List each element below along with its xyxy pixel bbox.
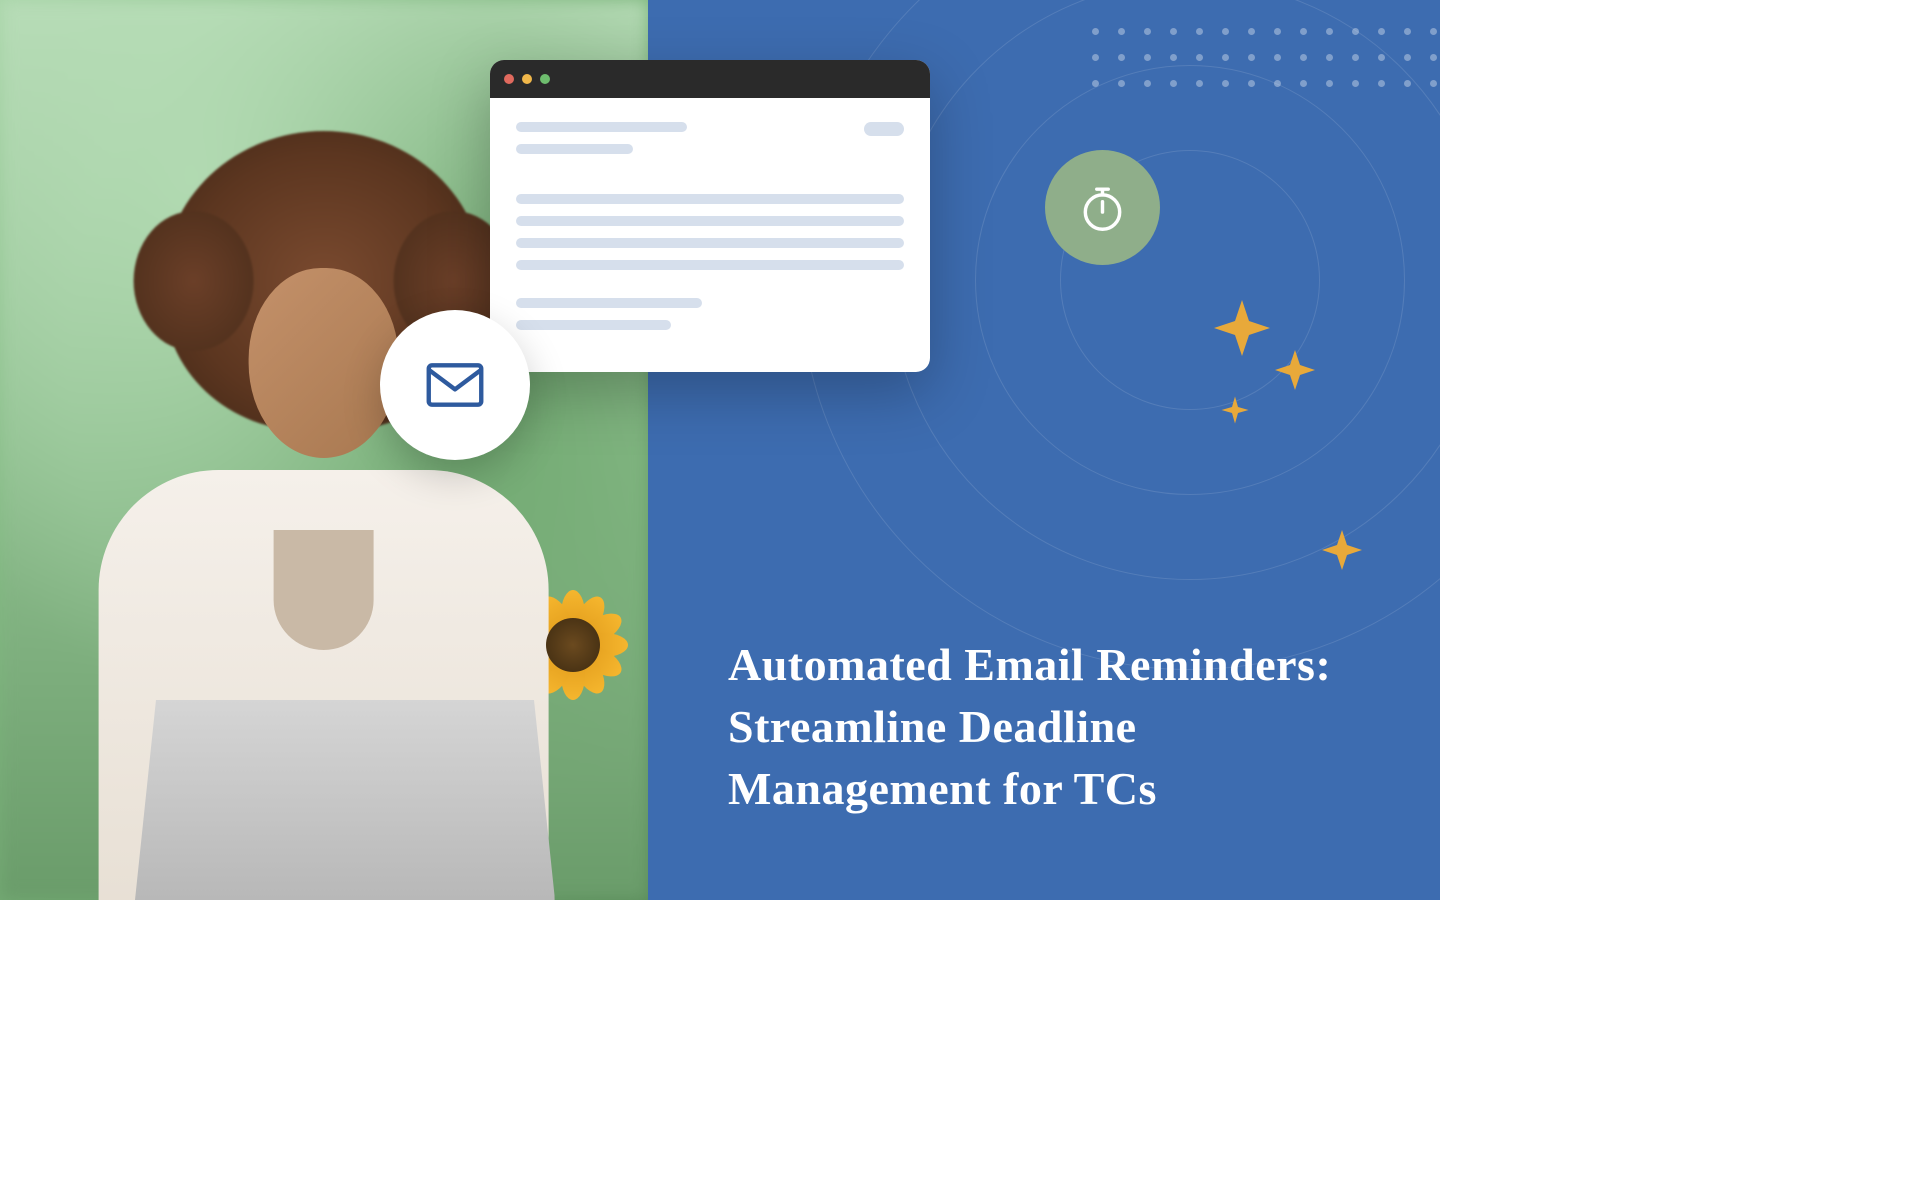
stopwatch-icon bbox=[1045, 150, 1160, 265]
window-dot-red bbox=[504, 74, 514, 84]
laptop bbox=[135, 700, 555, 900]
sparkle-icon bbox=[1214, 300, 1270, 356]
dot-grid-decoration bbox=[1092, 28, 1440, 90]
sparkle-icon bbox=[1322, 530, 1362, 570]
mail-icon bbox=[380, 310, 530, 460]
window-dot-green bbox=[540, 74, 550, 84]
window-dot-yellow bbox=[522, 74, 532, 84]
sparkle-icon bbox=[1275, 350, 1315, 390]
window-titlebar bbox=[490, 60, 930, 98]
email-window-illustration bbox=[490, 60, 930, 372]
sparkle-icon bbox=[1220, 395, 1250, 425]
email-body-placeholder bbox=[490, 98, 930, 372]
